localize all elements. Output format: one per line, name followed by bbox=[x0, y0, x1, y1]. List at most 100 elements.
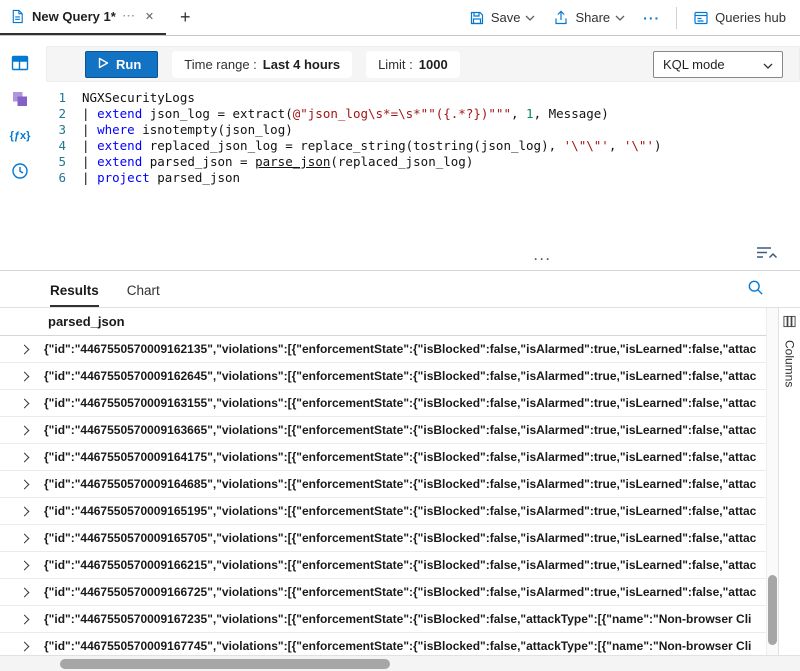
line-number: 5 bbox=[40, 154, 82, 170]
expand-row-chevron-icon[interactable] bbox=[20, 587, 30, 597]
editor-workspace: {ƒx} Run Time range : Last 4 hours bbox=[0, 36, 800, 270]
row-json-text: {"id":"4467550570009166725","violations"… bbox=[44, 585, 756, 599]
run-button[interactable]: Run bbox=[85, 51, 158, 78]
top-bar: New Query 1* ··· ✕ + Save Share bbox=[0, 0, 800, 36]
results-rows: {"id":"4467550570009162135","violations"… bbox=[0, 336, 766, 655]
table-row[interactable]: {"id":"4467550570009162135","violations"… bbox=[0, 336, 766, 363]
search-button[interactable] bbox=[747, 279, 764, 299]
drag-handle-icon[interactable]: ··· bbox=[534, 252, 552, 266]
results-body: parsed_json {"id":"4467550570009162135",… bbox=[0, 307, 800, 655]
vertical-scrollbar-thumb[interactable] bbox=[768, 575, 777, 644]
row-json-text: {"id":"4467550570009163665","violations"… bbox=[44, 423, 756, 437]
results-grid: parsed_json {"id":"4467550570009162135",… bbox=[0, 308, 766, 655]
command-bar: Save Share ··· bbox=[461, 0, 800, 35]
limit-value: 1000 bbox=[419, 57, 448, 72]
left-rail: {ƒx} bbox=[0, 36, 40, 270]
code-line[interactable]: 2| extend json_log = extract(@"json_log\… bbox=[40, 106, 800, 122]
tab-chart[interactable]: Chart bbox=[127, 283, 160, 307]
app-root: New Query 1* ··· ✕ + Save Share bbox=[0, 0, 800, 671]
table-row[interactable]: {"id":"4467550570009163155","violations"… bbox=[0, 390, 766, 417]
table-row[interactable]: {"id":"4467550570009165705","violations"… bbox=[0, 525, 766, 552]
results-pane: Results Chart parsed_json {"id":"4467550… bbox=[0, 270, 800, 655]
tab-results[interactable]: Results bbox=[50, 283, 99, 307]
table-row[interactable]: {"id":"4467550570009164685","violations"… bbox=[0, 471, 766, 498]
share-label: Share bbox=[575, 10, 610, 25]
expand-row-chevron-icon[interactable] bbox=[20, 641, 30, 651]
line-number: 2 bbox=[40, 106, 82, 122]
line-number: 1 bbox=[40, 90, 82, 106]
table-row[interactable]: {"id":"4467550570009166215","violations"… bbox=[0, 552, 766, 579]
history-clock-icon bbox=[10, 161, 30, 184]
query-editor[interactable]: 1NGXSecurityLogs2| extend json_log = ext… bbox=[40, 82, 800, 246]
tab-more-icon[interactable]: ··· bbox=[123, 11, 136, 22]
table-row[interactable]: {"id":"4467550570009164175","violations"… bbox=[0, 444, 766, 471]
row-json-text: {"id":"4467550570009165195","violations"… bbox=[44, 504, 756, 518]
kql-mode-dropdown[interactable]: KQL mode bbox=[653, 51, 783, 78]
table-row[interactable]: {"id":"4467550570009162645","violations"… bbox=[0, 363, 766, 390]
vertical-scrollbar[interactable] bbox=[766, 308, 778, 655]
row-json-text: {"id":"4467550570009163155","violations"… bbox=[44, 396, 756, 410]
expand-row-chevron-icon[interactable] bbox=[20, 479, 30, 489]
row-json-text: {"id":"4467550570009167235","violations"… bbox=[44, 612, 751, 626]
expand-row-chevron-icon[interactable] bbox=[20, 533, 30, 543]
time-range-picker[interactable]: Time range : Last 4 hours bbox=[172, 51, 352, 78]
column-header-parsed-json[interactable]: parsed_json bbox=[0, 308, 766, 336]
save-button[interactable]: Save bbox=[461, 4, 544, 32]
share-button[interactable]: Share bbox=[545, 4, 633, 32]
functions-tab[interactable]: {ƒx} bbox=[7, 124, 33, 148]
code-text: | where isnotempty(json_log) bbox=[82, 122, 293, 138]
expand-row-chevron-icon[interactable] bbox=[20, 452, 30, 462]
results-tab-bar: Results Chart bbox=[0, 271, 800, 307]
save-label: Save bbox=[491, 10, 521, 25]
line-number: 4 bbox=[40, 138, 82, 154]
code-lines: 1NGXSecurityLogs2| extend json_log = ext… bbox=[40, 90, 800, 186]
horizontal-scrollbar[interactable] bbox=[0, 655, 800, 671]
collapse-editor-button[interactable] bbox=[756, 246, 778, 260]
expand-row-chevron-icon[interactable] bbox=[20, 398, 30, 408]
table-row[interactable]: {"id":"4467550570009163665","violations"… bbox=[0, 417, 766, 444]
editor-panel: Run Time range : Last 4 hours Limit : 10… bbox=[40, 36, 800, 270]
tables-tab[interactable] bbox=[7, 52, 33, 76]
example-queries-tab[interactable] bbox=[7, 88, 33, 112]
queries-hub-button[interactable]: Queries hub bbox=[685, 4, 794, 32]
row-json-text: {"id":"4467550570009164685","violations"… bbox=[44, 477, 756, 491]
editor-results-splitter[interactable]: ··· bbox=[40, 246, 800, 270]
horizontal-scrollbar-thumb[interactable] bbox=[60, 659, 390, 669]
query-history-tab[interactable] bbox=[7, 160, 33, 184]
expand-row-chevron-icon[interactable] bbox=[20, 614, 30, 624]
chevron-down-icon bbox=[525, 15, 535, 21]
limit-picker[interactable]: Limit : 1000 bbox=[366, 51, 460, 78]
code-line[interactable]: 4| extend replaced_json_log = replace_st… bbox=[40, 138, 800, 154]
tab-new-query[interactable]: New Query 1* ··· ✕ bbox=[0, 0, 166, 35]
table-row[interactable]: {"id":"4467550570009167745","violations"… bbox=[0, 633, 766, 655]
code-line[interactable]: 6| project parsed_json bbox=[40, 170, 800, 186]
columns-panel-label[interactable]: Columns bbox=[783, 340, 797, 387]
line-number: 3 bbox=[40, 122, 82, 138]
code-line[interactable]: 5| extend parsed_json = parse_json(repla… bbox=[40, 154, 800, 170]
expand-row-chevron-icon[interactable] bbox=[20, 425, 30, 435]
code-text: NGXSecurityLogs bbox=[82, 90, 195, 106]
queries-hub-icon bbox=[693, 10, 709, 26]
table-row[interactable]: {"id":"4467550570009167235","violations"… bbox=[0, 606, 766, 633]
code-text: | extend replaced_json_log = replace_str… bbox=[82, 138, 662, 154]
row-json-text: {"id":"4467550570009162135","violations"… bbox=[44, 342, 756, 356]
row-json-text: {"id":"4467550570009167745","violations"… bbox=[44, 639, 751, 653]
expand-row-chevron-icon[interactable] bbox=[20, 371, 30, 381]
table-row[interactable]: {"id":"4467550570009165195","violations"… bbox=[0, 498, 766, 525]
new-tab-button[interactable]: + bbox=[166, 0, 205, 35]
tab-close-icon[interactable]: ✕ bbox=[143, 8, 156, 25]
columns-side-panel[interactable]: Columns bbox=[778, 308, 800, 655]
code-line[interactable]: 1NGXSecurityLogs bbox=[40, 90, 800, 106]
code-line[interactable]: 3| where isnotempty(json_log) bbox=[40, 122, 800, 138]
query-document-icon bbox=[10, 9, 25, 24]
run-label: Run bbox=[116, 57, 141, 72]
share-icon bbox=[553, 10, 569, 26]
expand-row-chevron-icon[interactable] bbox=[20, 506, 30, 516]
table-icon bbox=[10, 53, 30, 76]
more-button[interactable]: ··· bbox=[635, 4, 668, 32]
expand-row-chevron-icon[interactable] bbox=[20, 560, 30, 570]
expand-row-chevron-icon[interactable] bbox=[20, 344, 30, 354]
query-toolbar: Run Time range : Last 4 hours Limit : 10… bbox=[46, 46, 800, 82]
table-row[interactable]: {"id":"4467550570009166725","violations"… bbox=[0, 579, 766, 606]
code-text: | project parsed_json bbox=[82, 170, 240, 186]
